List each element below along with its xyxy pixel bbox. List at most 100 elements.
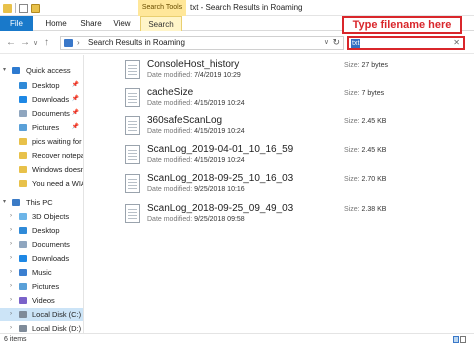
sidebar-item-label: Documents: [32, 109, 70, 118]
file-name: 360safeScanLog: [147, 115, 223, 126]
sidebar-item-recover-notepad[interactable]: Recover notepac: [0, 149, 83, 162]
text-file-icon: [125, 145, 140, 164]
forward-arrow-icon[interactable]: →: [20, 37, 30, 49]
navigation-pane: ▾ Quick access Desktop 📌 Downloads 📌 Doc…: [0, 55, 84, 333]
file-size: Size: 2.45 KB: [344, 147, 386, 154]
list-item[interactable]: ConsoleHost_history Date modified: 7/4/2…: [125, 59, 455, 87]
search-results-folder-icon: [64, 39, 73, 47]
pin-icon[interactable]: 📌: [72, 93, 79, 106]
address-bar[interactable]: › Search Results in Roaming ∨ ↻: [60, 36, 344, 50]
file-name: ScanLog_2018-09-25_09_49_03: [147, 203, 294, 214]
sidebar-item-label: Desktop: [32, 81, 60, 90]
chevron-right-icon[interactable]: ›: [10, 322, 12, 333]
sidebar-item-label: You need a WIA: [32, 179, 84, 188]
pictures-icon: [19, 283, 27, 290]
sidebar-item-videos[interactable]: › Videos: [0, 294, 83, 307]
tab-search[interactable]: Search: [140, 16, 182, 31]
size-value: 2.70 KB: [361, 176, 387, 183]
file-date: Date modified: 7/4/2019 10:29: [147, 72, 241, 79]
sidebar-item-downloads[interactable]: Downloads 📌: [0, 93, 83, 106]
list-item[interactable]: ScanLog_2019-04-01_10_16_59 Date modifie…: [125, 144, 455, 172]
date-label: Date modified:: [147, 157, 193, 164]
search-results-list: ConsoleHost_history Date modified: 7/4/2…: [85, 55, 474, 333]
sidebar-item-this-pc[interactable]: ▾ This PC: [0, 196, 83, 209]
sidebar-item-you-need-a-wia[interactable]: You need a WIA: [0, 177, 84, 190]
sidebar-item-windows-doesnt[interactable]: Windows doesn': [0, 163, 83, 176]
folder-icon: [19, 166, 27, 173]
sidebar-item-desktop[interactable]: Desktop 📌: [0, 79, 83, 92]
breadcrumb[interactable]: Search Results in Roaming: [88, 38, 185, 47]
annotation-callout: Type filename here: [342, 16, 462, 34]
chevron-down-icon[interactable]: ▾: [3, 64, 6, 77]
refresh-icon[interactable]: ↻: [332, 37, 340, 48]
list-item[interactable]: ScanLog_2018-09-25_10_16_03 Date modifie…: [125, 173, 455, 201]
disk-icon: [19, 325, 27, 332]
documents-icon: [19, 110, 27, 117]
date-value: 4/15/2019 10:24: [194, 100, 245, 107]
search-input[interactable]: txt: [351, 39, 361, 48]
sidebar-item-label: Local Disk (D:): [32, 324, 82, 333]
sidebar-item-documents-pc[interactable]: › Documents: [0, 238, 83, 251]
videos-icon: [19, 297, 27, 304]
sidebar-item-local-disk-c[interactable]: › Local Disk (C:): [0, 308, 83, 321]
sidebar-item-label: Pictures: [32, 282, 60, 291]
sidebar-item-3d-objects[interactable]: › 3D Objects: [0, 210, 83, 223]
sidebar-item-local-disk-d[interactable]: › Local Disk (D:): [0, 322, 83, 333]
desktop-icon: [19, 82, 27, 89]
properties-icon[interactable]: [19, 3, 28, 13]
view-toggle: [452, 336, 468, 343]
size-label: Size:: [344, 90, 360, 97]
recent-locations-icon[interactable]: ∨: [33, 38, 38, 50]
sidebar-item-pics-waiting[interactable]: pics waiting for: [0, 135, 83, 148]
close-icon[interactable]: ✕: [453, 38, 460, 48]
quick-access-toolbar: [3, 3, 40, 13]
sidebar-item-desktop-pc[interactable]: › Desktop: [0, 224, 83, 237]
text-file-icon: [125, 204, 140, 223]
size-label: Size:: [344, 62, 360, 69]
new-folder-icon[interactable]: [31, 3, 40, 13]
chevron-down-icon[interactable]: ▾: [3, 196, 6, 209]
chevron-right-icon[interactable]: ›: [10, 224, 12, 237]
list-item[interactable]: ScanLog_2018-09-25_09_49_03 Date modifie…: [125, 203, 455, 231]
back-arrow-icon[interactable]: ←: [6, 37, 16, 49]
sidebar-item-label: Videos: [32, 296, 55, 305]
tab-file[interactable]: File: [0, 16, 33, 31]
list-item[interactable]: 360safeScanLog Date modified: 4/15/2019 …: [125, 115, 455, 143]
text-file-icon: [125, 116, 140, 135]
tab-view[interactable]: View: [110, 16, 134, 31]
sidebar-item-quick-access[interactable]: ▾ Quick access: [0, 64, 83, 77]
size-value: 2.45 KB: [361, 118, 387, 125]
sidebar-item-documents[interactable]: Documents 📌: [0, 107, 83, 120]
search-box[interactable]: txt ✕: [347, 36, 465, 50]
chevron-right-icon[interactable]: ›: [10, 238, 12, 251]
list-item[interactable]: cacheSize Date modified: 4/15/2019 10:24…: [125, 87, 455, 115]
address-row: ← → ∨ ↑ › Search Results in Roaming ∨ ↻ …: [0, 32, 474, 54]
chevron-right-icon[interactable]: ›: [10, 308, 12, 321]
tab-home[interactable]: Home: [41, 16, 71, 31]
details-view-icon[interactable]: [453, 336, 459, 343]
chevron-right-icon[interactable]: ›: [10, 294, 12, 307]
chevron-right-icon[interactable]: ›: [10, 210, 12, 223]
chevron-right-icon[interactable]: ›: [77, 38, 80, 47]
file-size: Size: 2.38 KB: [344, 206, 386, 213]
star-icon: [12, 67, 20, 74]
large-icons-view-icon[interactable]: [460, 336, 466, 343]
pin-icon[interactable]: 📌: [72, 79, 79, 92]
sidebar-item-downloads-pc[interactable]: › Downloads: [0, 252, 83, 265]
chevron-right-icon[interactable]: ›: [10, 280, 12, 293]
sidebar-item-pictures[interactable]: Pictures 📌: [0, 121, 83, 134]
text-file-icon: [125, 174, 140, 193]
pin-icon[interactable]: 📌: [72, 107, 79, 120]
size-label: Size:: [344, 176, 360, 183]
sidebar-item-label: Desktop: [32, 226, 60, 235]
divider: [15, 3, 16, 13]
sidebar-item-pictures-pc[interactable]: › Pictures: [0, 280, 83, 293]
chevron-right-icon[interactable]: ›: [10, 252, 12, 265]
sidebar-item-label: pics waiting for: [32, 137, 82, 146]
up-arrow-icon[interactable]: ↑: [44, 37, 49, 49]
chevron-right-icon[interactable]: ›: [10, 266, 12, 279]
tab-share[interactable]: Share: [76, 16, 106, 31]
sidebar-item-music[interactable]: › Music: [0, 266, 83, 279]
pin-icon[interactable]: 📌: [72, 121, 79, 134]
chevron-down-icon[interactable]: ∨: [324, 38, 329, 46]
